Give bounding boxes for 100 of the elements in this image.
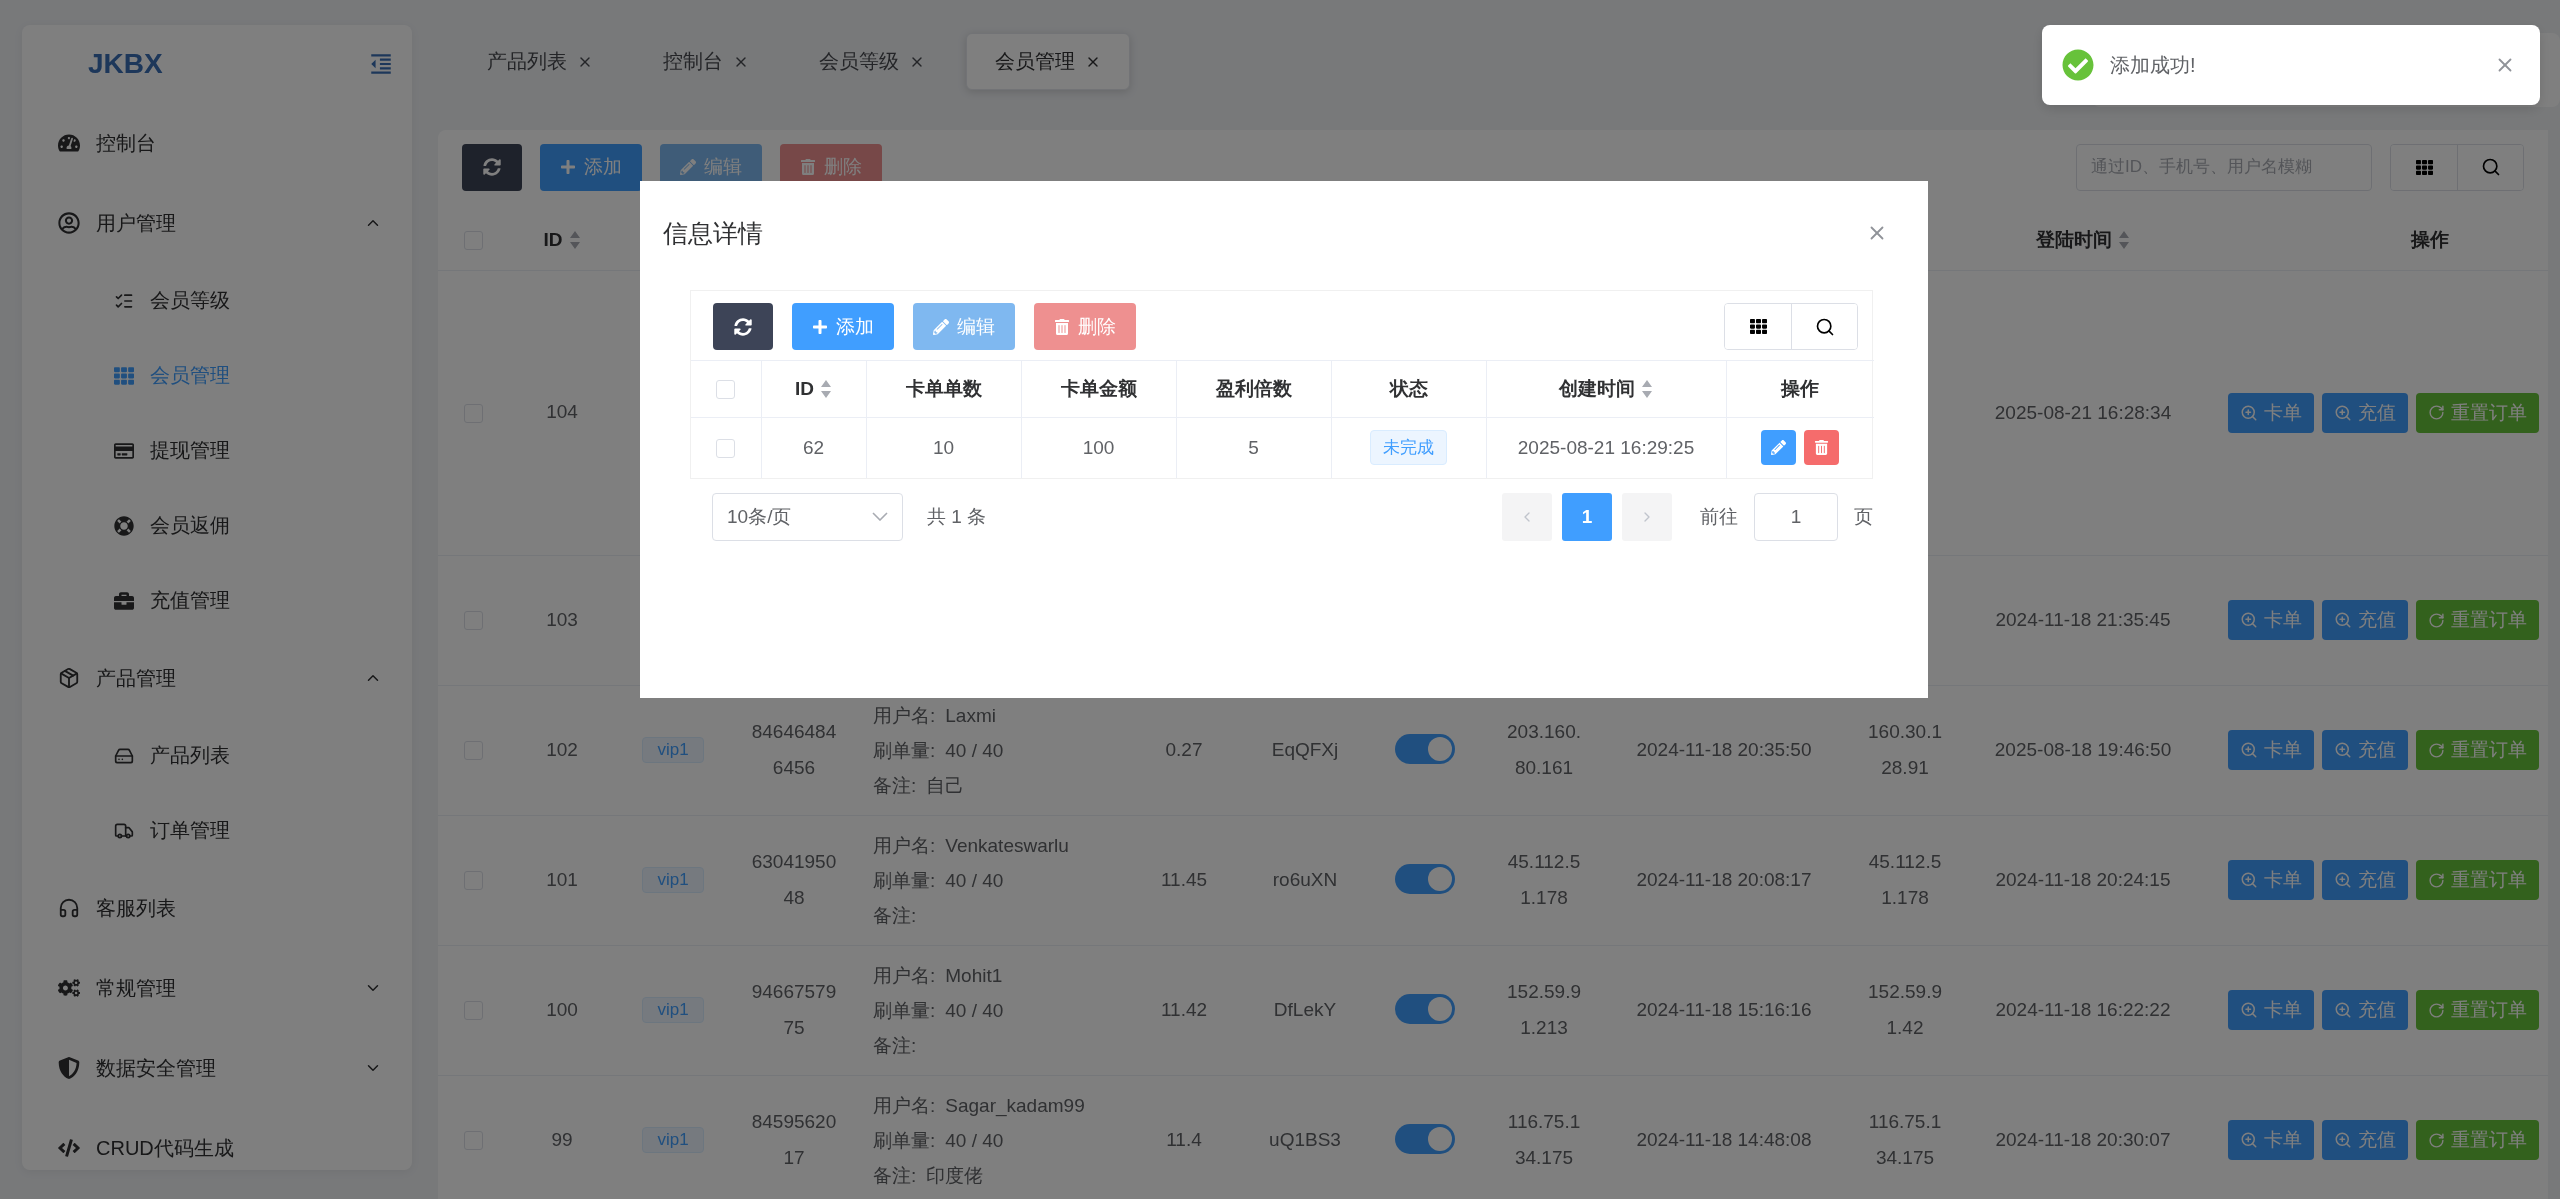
menu-item[interactable]: 订单管理 bbox=[22, 793, 412, 868]
row-checkbox[interactable] bbox=[716, 439, 736, 459]
table-cell: uQ1BS3 bbox=[1240, 1075, 1370, 1199]
action-button[interactable]: 充值 bbox=[2322, 392, 2408, 433]
menu-item[interactable]: 产品列表 bbox=[22, 718, 412, 793]
zoom-in-icon bbox=[2240, 741, 2258, 759]
tab[interactable]: 产品列表 bbox=[458, 33, 622, 90]
gears-icon bbox=[58, 977, 80, 999]
reset-order-button[interactable]: 重置订单 bbox=[2416, 1120, 2539, 1160]
page-size-select[interactable]: 10条/页 bbox=[712, 492, 903, 541]
action-button[interactable]: 充值 bbox=[2322, 730, 2408, 770]
table-cell: 2024-11-18 14:48:08 bbox=[1608, 1075, 1840, 1199]
menu-group[interactable]: 数据安全管理 bbox=[22, 1028, 412, 1108]
code-icon bbox=[58, 1137, 80, 1159]
edit-button[interactable] bbox=[1761, 430, 1797, 466]
info-value: Sagar_kadam99 bbox=[945, 1093, 1085, 1119]
info-label: 刷单量: bbox=[873, 998, 936, 1023]
tab[interactable]: 会员等级 bbox=[790, 33, 954, 90]
zoom-in-icon bbox=[2334, 871, 2352, 889]
collapse-icon[interactable] bbox=[368, 51, 394, 77]
info-label: 刷单量: bbox=[873, 738, 936, 763]
action-button[interactable]: 卡单 bbox=[2228, 392, 2314, 433]
search-button[interactable] bbox=[2457, 144, 2523, 190]
gauge-icon bbox=[58, 132, 80, 154]
rotate-icon bbox=[2428, 611, 2445, 629]
rotate-icon bbox=[2428, 404, 2445, 421]
menu-item[interactable]: 客服列表 bbox=[22, 868, 412, 948]
action-button[interactable]: 充值 bbox=[2322, 990, 2408, 1030]
table-cell: 103 bbox=[508, 555, 616, 685]
zoom-in-icon bbox=[2334, 741, 2352, 759]
trash-icon bbox=[800, 159, 816, 175]
table-cell: 9466757975 bbox=[730, 945, 858, 1075]
zoom-in-icon bbox=[2334, 1131, 2352, 1149]
search-button[interactable] bbox=[1791, 304, 1857, 349]
action-button[interactable]: 卡单 bbox=[2228, 600, 2314, 640]
info-label: 刷单量: bbox=[873, 868, 936, 893]
menu-item[interactable]: 充值管理 bbox=[22, 563, 412, 638]
reset-order-button[interactable]: 重置订单 bbox=[2416, 600, 2539, 640]
status-switch[interactable] bbox=[1395, 864, 1455, 894]
pencil-icon bbox=[933, 318, 949, 335]
rotate-icon bbox=[2428, 1131, 2445, 1149]
pencil-icon bbox=[680, 159, 696, 175]
page-button[interactable]: 1 bbox=[1562, 492, 1612, 541]
zoom-in-icon bbox=[2334, 403, 2352, 422]
table-cell: 5 bbox=[1176, 417, 1331, 478]
info-value: 40 / 40 bbox=[945, 1128, 1004, 1153]
action-button[interactable]: 充值 bbox=[2322, 860, 2408, 900]
menu-group[interactable]: 用户管理 bbox=[22, 183, 412, 263]
table-cell: 101 bbox=[508, 815, 616, 945]
reset-order-button[interactable]: 重置订单 bbox=[2416, 990, 2539, 1030]
menu-item[interactable]: 会员管理 bbox=[22, 338, 412, 413]
table-cell: 10 bbox=[866, 417, 1021, 478]
status-tag: 未完成 bbox=[1370, 430, 1447, 466]
menu-item[interactable]: CRUD代码生成 bbox=[22, 1108, 412, 1170]
menu-item[interactable]: 控制台 bbox=[22, 103, 412, 183]
level-tag: vip1 bbox=[642, 997, 704, 1023]
tab[interactable]: 会员管理 bbox=[966, 33, 1130, 90]
rotate-icon bbox=[2428, 741, 2445, 759]
add-button[interactable]: 添加 bbox=[792, 303, 894, 350]
tab[interactable]: 控制台 bbox=[634, 33, 778, 90]
refresh-button[interactable] bbox=[713, 303, 773, 350]
zoom-in-icon bbox=[2240, 1131, 2258, 1149]
action-button[interactable]: 充值 bbox=[2322, 600, 2408, 640]
column-header: 盈利倍数 bbox=[1215, 377, 1292, 401]
action-button[interactable]: 卡单 bbox=[2228, 990, 2314, 1030]
add-button[interactable]: 添加 bbox=[540, 143, 642, 191]
action-button[interactable]: 卡单 bbox=[2228, 860, 2314, 900]
menu-group[interactable]: 产品管理 bbox=[22, 638, 412, 718]
menu-group[interactable]: 常规管理 bbox=[22, 948, 412, 1028]
status-switch[interactable] bbox=[1395, 994, 1455, 1024]
menu-item[interactable]: 会员等级 bbox=[22, 263, 412, 338]
table-cell: 104 bbox=[508, 270, 616, 555]
action-button[interactable]: 充值 bbox=[2322, 1120, 2408, 1160]
info-value: Venkateswarlu bbox=[945, 833, 1069, 858]
package-icon bbox=[58, 667, 80, 689]
menu-item[interactable]: 提现管理 bbox=[22, 413, 412, 488]
info-value: 40 / 40 bbox=[945, 868, 1004, 893]
level-tag: vip1 bbox=[642, 737, 704, 763]
refresh-button[interactable] bbox=[462, 143, 522, 191]
action-button[interactable]: 卡单 bbox=[2228, 1120, 2314, 1160]
page-input[interactable]: 1 bbox=[1754, 492, 1838, 541]
trash-icon bbox=[1814, 440, 1830, 456]
reset-order-button[interactable]: 重置订单 bbox=[2416, 860, 2539, 900]
info-value: Laxmi bbox=[945, 703, 996, 728]
reset-order-button[interactable]: 重置订单 bbox=[2416, 730, 2539, 770]
table-cell: 11.42 bbox=[1128, 945, 1240, 1075]
table-cell: 102 bbox=[508, 685, 616, 815]
table-cell: 2025-08-21 16:29:25 bbox=[1486, 417, 1726, 478]
table-cell: 11.45 bbox=[1128, 815, 1240, 945]
table-cell: 2024-11-18 20:24:15 bbox=[1970, 815, 2196, 945]
search-icon bbox=[2480, 157, 2501, 177]
select-all-checkbox[interactable] bbox=[716, 380, 736, 400]
delete-button[interactable] bbox=[1804, 430, 1840, 466]
status-switch[interactable] bbox=[1395, 1124, 1455, 1154]
briefcase-icon bbox=[114, 590, 134, 611]
status-switch[interactable] bbox=[1395, 734, 1455, 764]
reset-order-button[interactable]: 重置订单 bbox=[2416, 392, 2539, 433]
action-button[interactable]: 卡单 bbox=[2228, 730, 2314, 770]
menu-item[interactable]: 会员返佣 bbox=[22, 488, 412, 563]
table-cell: 116.75.134.175 bbox=[1480, 1075, 1608, 1199]
